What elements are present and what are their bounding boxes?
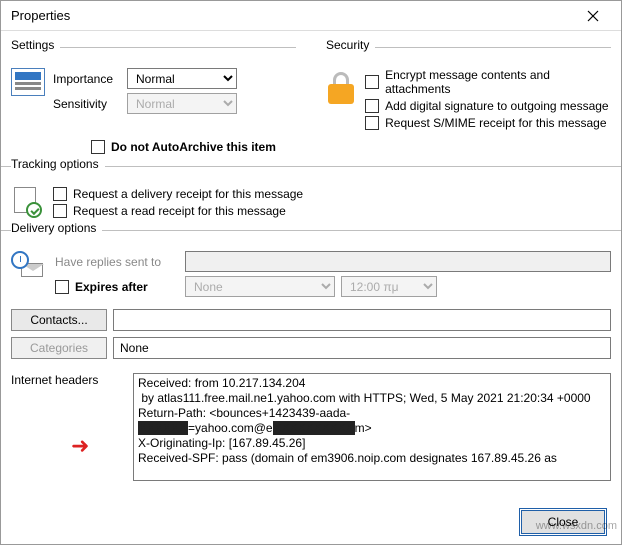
window-close-button[interactable] (573, 2, 613, 30)
delivery-icon (11, 251, 43, 277)
tracking-icon (11, 187, 41, 217)
settings-legend: Settings (11, 38, 60, 52)
window-title: Properties (11, 8, 573, 23)
replies-input (185, 251, 611, 272)
sign-label: Add digital signature to outgoing messag… (385, 99, 608, 113)
tracking-legend: Tracking options (11, 157, 105, 171)
sign-checkbox[interactable] (365, 99, 379, 113)
security-legend: Security (326, 38, 375, 52)
sensitivity-select: Normal (127, 93, 237, 114)
importance-select[interactable]: Normal (127, 68, 237, 89)
delivery-group: Delivery options Have replies sent to Ex… (1, 230, 621, 297)
properties-icon (11, 68, 45, 96)
redacted-text: XXXXXX (138, 421, 188, 435)
categories-button: Categories (11, 337, 107, 359)
arrow-icon: ➜ (71, 433, 89, 459)
settings-group: Settings Importance Normal Sensitivity (11, 47, 296, 130)
tracking-group: Tracking options Request a delivery rece… (1, 166, 621, 218)
close-icon (587, 10, 599, 22)
categories-field: None (113, 337, 611, 359)
expires-time-select: 12:00 πμ (341, 276, 437, 297)
delivery-receipt-checkbox[interactable] (53, 187, 67, 201)
autoarchive-label: Do not AutoArchive this item (111, 140, 276, 154)
close-button[interactable]: Close (521, 510, 605, 534)
read-receipt-checkbox[interactable] (53, 204, 67, 218)
encrypt-checkbox[interactable] (365, 75, 379, 89)
headers-label: Internet headers (11, 373, 98, 387)
lock-icon (326, 70, 355, 104)
security-group: Security Encrypt message contents and at… (326, 47, 611, 130)
delivery-legend: Delivery options (11, 221, 102, 235)
expires-label: Expires after (75, 280, 179, 294)
importance-label: Importance (53, 72, 121, 86)
smime-label: Request S/MIME receipt for this message (385, 116, 606, 130)
contacts-field[interactable] (113, 309, 611, 331)
autoarchive-checkbox[interactable] (91, 140, 105, 154)
encrypt-label: Encrypt message contents and attachments (385, 68, 611, 96)
redacted-text: XXXXXXXXXX (273, 421, 355, 435)
headers-textarea[interactable]: Received: from 10.217.134.204 by atlas11… (133, 373, 611, 481)
read-receipt-label: Request a read receipt for this message (73, 204, 286, 218)
expires-checkbox[interactable] (55, 280, 69, 294)
titlebar: Properties (1, 1, 621, 31)
sensitivity-label: Sensitivity (53, 97, 121, 111)
contacts-button[interactable]: Contacts... (11, 309, 107, 331)
expires-date-select: None (185, 276, 335, 297)
delivery-receipt-label: Request a delivery receipt for this mess… (73, 187, 303, 201)
replies-label: Have replies sent to (55, 255, 179, 269)
smime-checkbox[interactable] (365, 116, 379, 130)
